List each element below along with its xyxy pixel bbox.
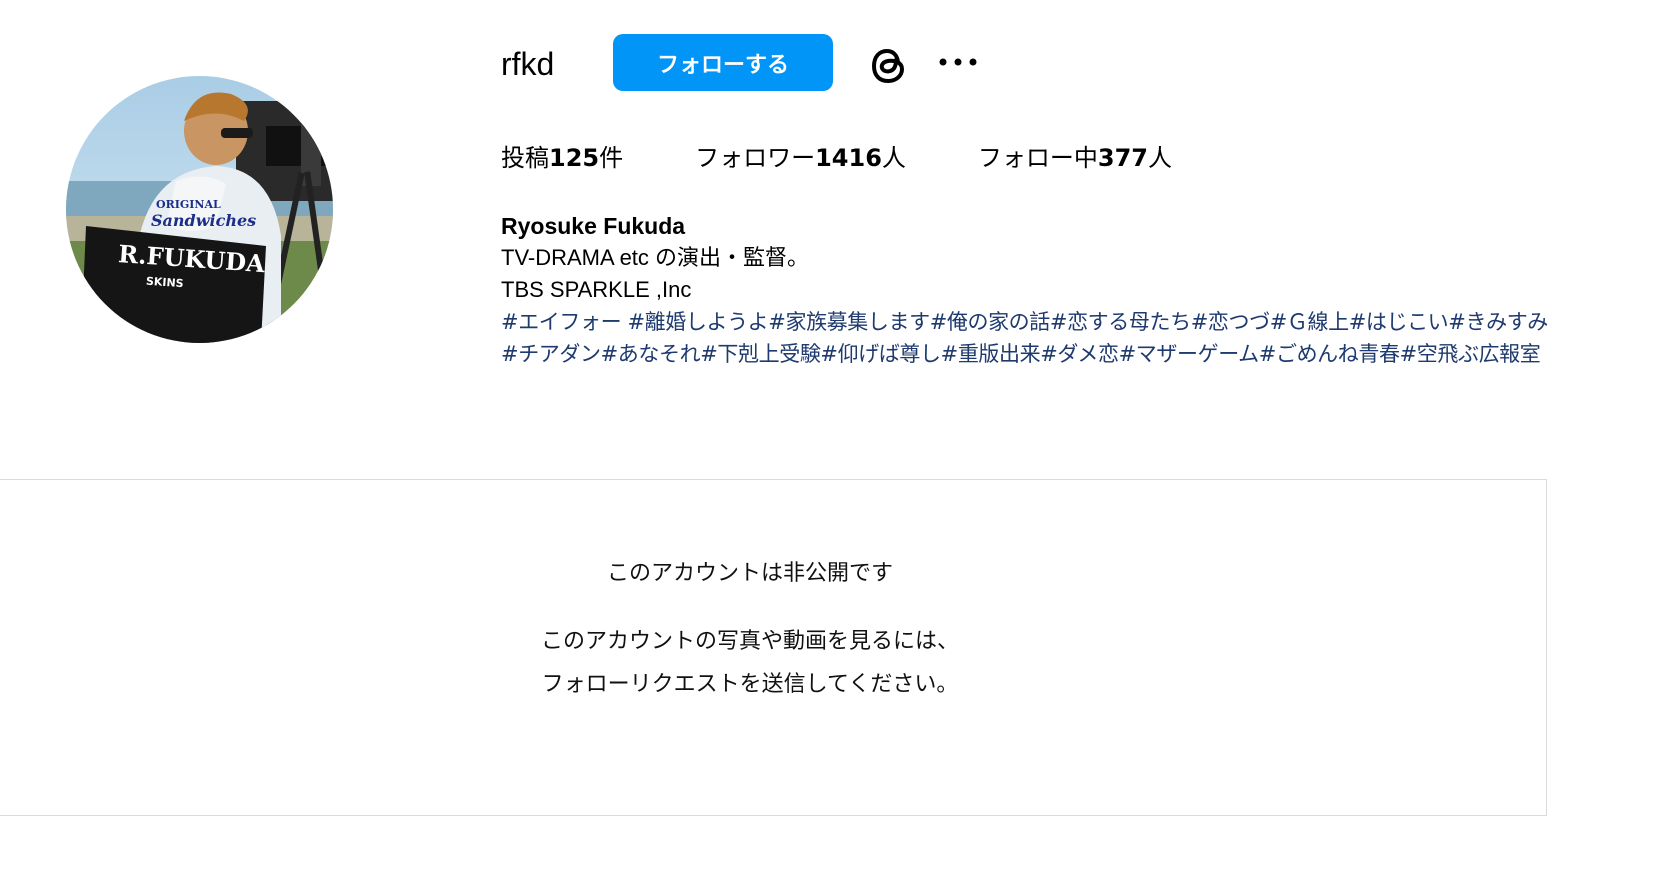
hashtag-link[interactable]: #仰げば尊し	[820, 342, 941, 366]
hashtag-link[interactable]: #恋つづ	[1191, 310, 1270, 334]
posts-suffix: 件	[599, 144, 624, 172]
private-title: このアカウントは非公開です	[606, 561, 893, 586]
avatar-brand-text: SKINS	[145, 275, 184, 291]
hashtag-link[interactable]: #マザーゲーム	[1119, 342, 1260, 366]
following-suffix: 人	[1148, 144, 1173, 172]
hashtag-link[interactable]: #ごめんね青春	[1259, 342, 1400, 366]
hashtag-link[interactable]: #きみすみ	[1448, 310, 1548, 334]
avatar-shirt-text: Sandwiches	[151, 211, 256, 230]
followers-number: 1416	[815, 144, 882, 172]
following-prefix: フォロー中	[977, 144, 1098, 172]
hashtag-link[interactable]: #チアダン	[501, 342, 601, 366]
hashtag-link[interactable]: #はじこい	[1349, 310, 1449, 334]
posts-count[interactable]: 投稿125件	[501, 138, 623, 178]
private-description: このアカウントの写真や動画を見るには、フォローリクエストを送信してください。	[540, 629, 959, 697]
full-name: Ryosuke Fukuda	[501, 213, 686, 239]
profile-stats: 投稿125件 フォロワー1416人 フォロー中377人	[501, 138, 1244, 178]
followers-prefix: フォロワー	[695, 144, 816, 172]
hashtag-link[interactable]: #家族募集します	[768, 310, 930, 334]
hashtag-link[interactable]: #Ｇ線上	[1270, 310, 1349, 334]
hashtag-list: #エイフォー #離婚しようよ#家族募集します#俺の家の話#恋する母たち#恋つづ#…	[501, 306, 1551, 370]
followers-count[interactable]: フォロワー1416人	[695, 138, 906, 178]
hashtag-link[interactable]: #空飛ぶ広報室	[1400, 342, 1541, 366]
hashtag-link[interactable]: #エイフォー	[501, 310, 622, 334]
posts-number: 125	[549, 144, 600, 172]
hashtag-link[interactable]: #あなそれ	[601, 342, 701, 366]
posts-prefix: 投稿	[501, 144, 549, 172]
private-account-notice: このアカウントは非公開です このアカウントの写真や動画を見るには、フォローリクエ…	[0, 479, 1547, 816]
profile-bio: Ryosuke Fukuda TV-DRAMA etc の演出・監督。 TBS …	[501, 210, 1551, 370]
username: rfkd	[501, 46, 555, 82]
more-options-icon[interactable]	[934, 44, 982, 80]
threads-icon[interactable]	[866, 42, 912, 88]
follow-button[interactable]: フォローする	[613, 34, 833, 91]
following-count[interactable]: フォロー中377人	[978, 138, 1172, 178]
hashtag-link[interactable]: #離婚しようよ	[621, 310, 768, 334]
followers-suffix: 人	[881, 144, 906, 172]
hashtag-link[interactable]: #下剋上受験	[700, 342, 821, 366]
hashtag-link[interactable]: #恋する母たち	[1050, 310, 1191, 334]
hashtag-link[interactable]: #重版出来	[941, 342, 1041, 366]
hashtag-link[interactable]: #ダメ恋	[1040, 342, 1119, 366]
bio-line-2: TBS SPARKLE ,Inc	[501, 277, 692, 302]
hashtag-link[interactable]: #俺の家の話	[930, 310, 1051, 334]
profile-avatar[interactable]: ORIGINAL Sandwiches R.FUKUDA SKINS	[66, 76, 333, 343]
svg-text:ORIGINAL: ORIGINAL	[156, 198, 221, 211]
following-number: 377	[1097, 144, 1149, 172]
bio-line-1: TV-DRAMA etc の演出・監督。	[501, 245, 810, 270]
